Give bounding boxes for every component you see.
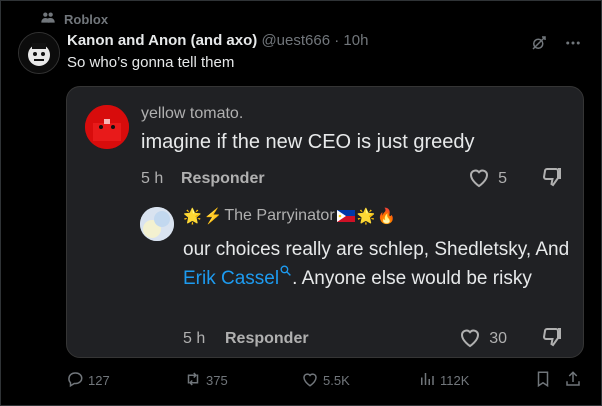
heart-icon-2 (457, 325, 483, 354)
reply-count: 127 (88, 373, 110, 388)
dislike-icon (539, 165, 565, 194)
comment-avatar[interactable] (85, 105, 129, 149)
tweet-top-actions (530, 34, 582, 57)
repost-icon (184, 370, 202, 391)
like-heart-icon (301, 370, 319, 391)
comment-text: imagine if the new CEO is just greedy (141, 131, 475, 153)
reply-like: 30 (457, 325, 507, 354)
sparkle-emoji-icon-2: 🌟 (356, 208, 376, 225)
author-avatar[interactable] (18, 32, 60, 74)
comment-like-count: 5 (498, 170, 507, 187)
community-context[interactable]: Roblox (40, 10, 108, 29)
reply-text-after: . Anyone else would be risky (292, 268, 532, 289)
reply-like-count: 30 (489, 330, 507, 347)
comment-actions: 5 h Responder 5 (141, 167, 565, 191)
share-icon (564, 370, 582, 391)
like-action[interactable]: 5.5K (301, 370, 350, 391)
sparkle-emoji-icon: 🌟 (183, 208, 202, 225)
author-handle[interactable]: @uest666 (261, 32, 330, 49)
bookmark-action[interactable] (534, 370, 552, 391)
grok-icon[interactable] (530, 34, 548, 57)
reply-text: our choices really are schlep, Shedletsk… (183, 235, 575, 293)
bookmark-icon (534, 370, 552, 391)
reply-button-2: Responder (225, 330, 309, 347)
views-count: 112K (440, 373, 470, 388)
media-screenshot[interactable]: yellow tomato. imagine if the new CEO is… (66, 86, 584, 358)
more-options-icon[interactable] (564, 34, 582, 57)
like-count: 5.5K (323, 373, 350, 388)
reply-username: The Parryinator (224, 207, 335, 224)
mention-link: Erik Cassel (183, 268, 280, 289)
meta-separator: · (334, 32, 340, 49)
reply-actions: 5 h Responder 30 (183, 327, 565, 351)
reply-button: Responder (181, 170, 265, 187)
heart-icon (466, 165, 492, 194)
comment-username: yellow tomato. (141, 105, 244, 122)
lightning-emoji-icon: ⚡ (203, 208, 223, 225)
repost-count: 375 (206, 373, 228, 388)
comment-like: 5 (466, 165, 507, 194)
reply-avatar[interactable] (140, 207, 174, 241)
reply-text-before: our choices really are schlep, Shedletsk… (183, 239, 570, 260)
reply-icon (66, 370, 84, 391)
reply-time: 5 h (183, 330, 206, 347)
reply-username-row: 🌟 ⚡ The Parryinator 🌟 🔥 (183, 207, 396, 225)
community-label: Roblox (64, 12, 109, 27)
repost-action[interactable]: 375 (184, 370, 228, 391)
reply-action[interactable]: 127 (66, 370, 110, 391)
dislike-icon-2 (539, 325, 565, 354)
views-action[interactable]: 112K (418, 370, 469, 391)
comment-time: 5 h (141, 170, 164, 187)
search-icon (279, 265, 292, 289)
philippines-flag-icon (336, 207, 355, 225)
fire-emoji-icon: 🔥 (377, 208, 397, 225)
author-name[interactable]: Kanon and Anon (and axo) (67, 32, 257, 49)
share-action[interactable] (564, 370, 582, 391)
tweet-action-bar: 127 375 5.5K 112K (66, 370, 586, 392)
tweet-text: So who’s gonna tell them (67, 54, 235, 71)
tweet-time[interactable]: 10h (343, 32, 368, 49)
tweet-header: Kanon and Anon (and axo) @uest666 · 10h (67, 32, 368, 49)
views-chart-icon (418, 370, 436, 391)
community-icon (40, 10, 56, 29)
